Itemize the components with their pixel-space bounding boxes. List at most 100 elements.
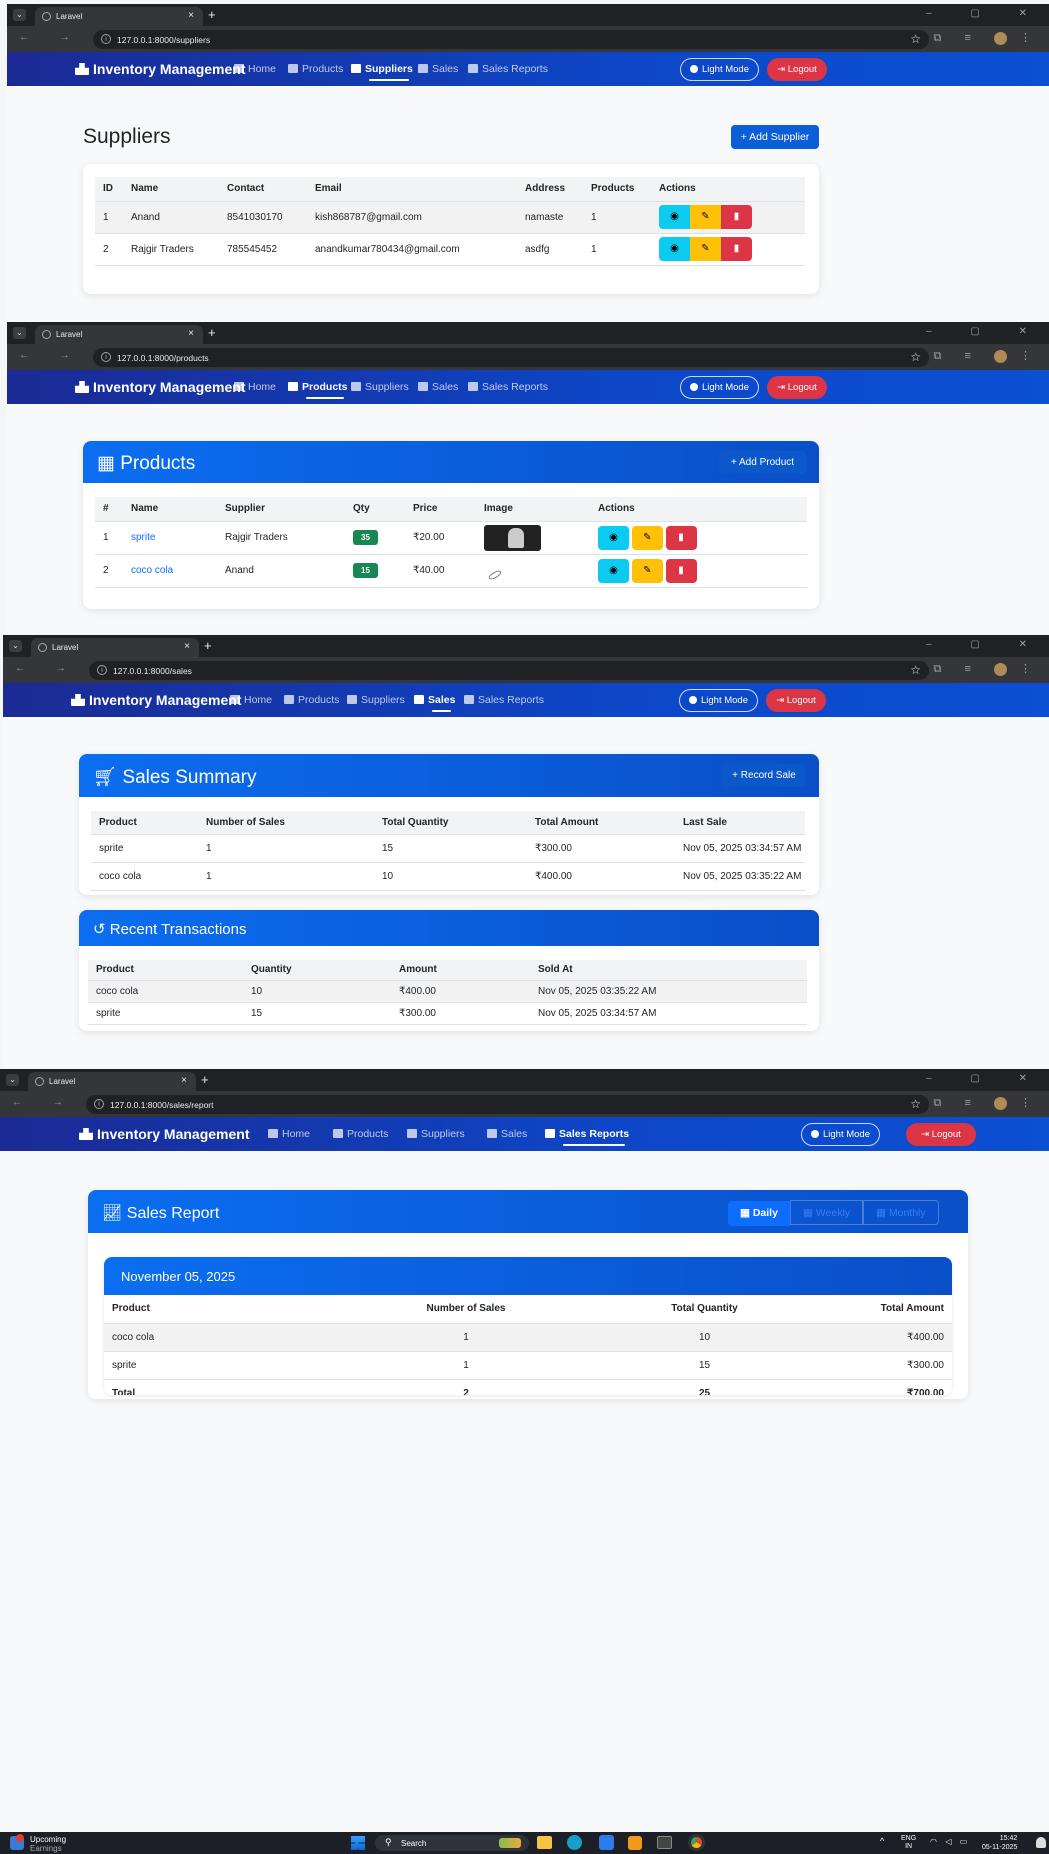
edit-icon[interactable]: ✎ (631, 525, 663, 550)
extension-icons[interactable]: ⧉ ≡ ⋮ (934, 349, 1041, 363)
brand[interactable]: Inventory Management (75, 379, 245, 395)
cell-name[interactable]: sprite (123, 521, 217, 554)
file-explorer-icon[interactable] (537, 1836, 552, 1849)
extension-icons[interactable]: ⧉ ≡ ⋮ (934, 662, 1041, 676)
delete-trash-icon[interactable]: ▮ (665, 525, 697, 550)
app-icon-orange[interactable] (628, 1836, 642, 1850)
nav-reports[interactable]: Sales Reports (545, 1128, 629, 1146)
nav-products[interactable]: Products (333, 1128, 388, 1140)
nav-home[interactable]: Home (268, 1128, 310, 1140)
nav-reports[interactable]: Sales Reports (468, 63, 548, 75)
site-info-icon[interactable]: i (101, 34, 111, 44)
brand[interactable]: Inventory Management (75, 61, 245, 77)
edit-icon[interactable]: ✎ (631, 558, 663, 583)
site-info-icon[interactable]: i (94, 1099, 104, 1109)
bookmark-star-icon[interactable]: ☆ (910, 1097, 921, 1111)
notification-bell-icon[interactable] (1036, 1837, 1046, 1848)
nav-products[interactable]: Products (288, 381, 348, 399)
new-tab-button[interactable]: + (201, 1072, 209, 1087)
light-mode-button[interactable]: Light Mode (680, 376, 759, 399)
delete-trash-icon[interactable]: ▮ (665, 558, 697, 583)
tab-search-icon[interactable]: ⌄ (6, 1074, 19, 1086)
record-sale-button[interactable]: + Record Sale (723, 764, 805, 787)
nav-sales[interactable]: Sales (418, 381, 458, 393)
bookmark-star-icon[interactable]: ☆ (910, 663, 921, 677)
light-mode-button[interactable]: Light Mode (680, 58, 759, 81)
logout-button[interactable]: ⇥ Logout (767, 58, 827, 81)
profile-avatar[interactable] (993, 349, 1007, 363)
brand[interactable]: Inventory Management (79, 1126, 249, 1142)
edge-browser-icon[interactable] (567, 1835, 582, 1850)
nav-sales[interactable]: Sales (418, 63, 458, 75)
tab-search-icon[interactable]: ⌄ (13, 9, 26, 21)
nav-suppliers[interactable]: Suppliers (407, 1128, 465, 1140)
new-tab-button[interactable]: + (208, 325, 216, 340)
light-mode-button[interactable]: Light Mode (679, 689, 758, 712)
nav-home[interactable]: Home (234, 63, 276, 75)
nav-suppliers[interactable]: Suppliers (351, 63, 413, 81)
window-controls[interactable]: – ▢ ✕ (926, 639, 1045, 650)
site-info-icon[interactable]: i (101, 352, 111, 362)
address-bar[interactable]: i 127.0.0.1:8000/sales/report ☆ (86, 1095, 929, 1114)
nav-sales[interactable]: Sales (487, 1128, 527, 1140)
tab-search-icon[interactable]: ⌄ (9, 640, 22, 652)
light-mode-button[interactable]: Light Mode (801, 1123, 880, 1146)
logout-button[interactable]: ⇥ Logout (767, 376, 827, 399)
window-controls[interactable]: – ▢ ✕ (926, 8, 1045, 19)
bookmark-star-icon[interactable]: ☆ (910, 32, 921, 46)
close-tab-icon[interactable]: × (184, 641, 190, 652)
store-icon[interactable] (599, 1835, 614, 1850)
tab-search-icon[interactable]: ⌄ (13, 327, 26, 339)
extension-icons[interactable]: ⧉ ≡ ⋮ (934, 31, 1041, 45)
profile-avatar[interactable] (993, 31, 1007, 45)
edit-icon[interactable]: ✎ (690, 237, 721, 261)
cell-name[interactable]: coco cola (123, 554, 217, 587)
product-link[interactable]: coco cola (131, 565, 173, 576)
nav-products[interactable]: Products (284, 694, 339, 706)
product-link[interactable]: sprite (131, 532, 155, 543)
view-eye-icon[interactable]: ◉ (659, 205, 690, 229)
start-windows-icon[interactable] (351, 1836, 365, 1850)
chrome-icon[interactable] (688, 1834, 705, 1851)
browser-tab[interactable]: Laravel × (31, 638, 199, 657)
browser-tab[interactable]: Laravel × (35, 325, 203, 344)
language-indicator[interactable]: ENG IN (901, 1835, 916, 1851)
nav-sales[interactable]: Sales (414, 694, 455, 712)
profile-avatar[interactable] (993, 662, 1007, 676)
window-controls[interactable]: – ▢ ✕ (926, 326, 1045, 337)
nav-home[interactable]: Home (234, 381, 276, 393)
browser-tab[interactable]: Laravel × (35, 7, 203, 26)
logout-button[interactable]: ⇥ Logout (906, 1123, 976, 1146)
new-tab-button[interactable]: + (208, 7, 216, 22)
nav-home[interactable]: Home (230, 694, 272, 706)
add-product-button[interactable]: + Add Product (719, 451, 806, 474)
close-tab-icon[interactable]: × (181, 1075, 187, 1086)
period-weekly-button[interactable]: ▦ Weekly (789, 1200, 864, 1225)
bookmark-star-icon[interactable]: ☆ (910, 350, 921, 364)
brand[interactable]: Inventory Management (71, 692, 241, 708)
address-bar[interactable]: i 127.0.0.1:8000/sales ☆ (89, 661, 929, 680)
nav-products[interactable]: Products (288, 63, 343, 75)
view-eye-icon[interactable]: ◉ (598, 525, 629, 550)
close-tab-icon[interactable]: × (188, 10, 194, 21)
taskbar-search[interactable]: ⚲ Search (375, 1835, 529, 1851)
logout-button[interactable]: ⇥ Logout (766, 689, 826, 712)
edit-icon[interactable]: ✎ (690, 205, 721, 229)
view-eye-icon[interactable]: ◉ (659, 237, 690, 261)
wifi-volume-battery-icons[interactable]: ◠ ◁ ▭ (930, 1837, 970, 1846)
delete-trash-icon[interactable]: ▮ (721, 237, 752, 261)
terminal-icon[interactable] (657, 1836, 672, 1849)
nav-reports[interactable]: Sales Reports (468, 381, 548, 393)
nav-reports[interactable]: Sales Reports (464, 694, 544, 706)
weather-widget[interactable]: Upcoming Earnings (10, 1834, 66, 1853)
address-bar[interactable]: i 127.0.0.1:8000/suppliers ☆ (93, 30, 929, 49)
period-monthly-button[interactable]: ▦ Monthly (863, 1200, 939, 1225)
site-info-icon[interactable]: i (97, 665, 107, 675)
add-supplier-button[interactable]: + Add Supplier (731, 125, 819, 149)
address-bar[interactable]: i 127.0.0.1:8000/products ☆ (93, 348, 929, 367)
nav-suppliers[interactable]: Suppliers (351, 381, 409, 393)
browser-tab[interactable]: Laravel × (28, 1072, 196, 1091)
tray-chevron-icon[interactable]: ^ (880, 1836, 884, 1846)
new-tab-button[interactable]: + (204, 638, 212, 653)
extension-icons[interactable]: ⧉ ≡ ⋮ (934, 1096, 1041, 1110)
